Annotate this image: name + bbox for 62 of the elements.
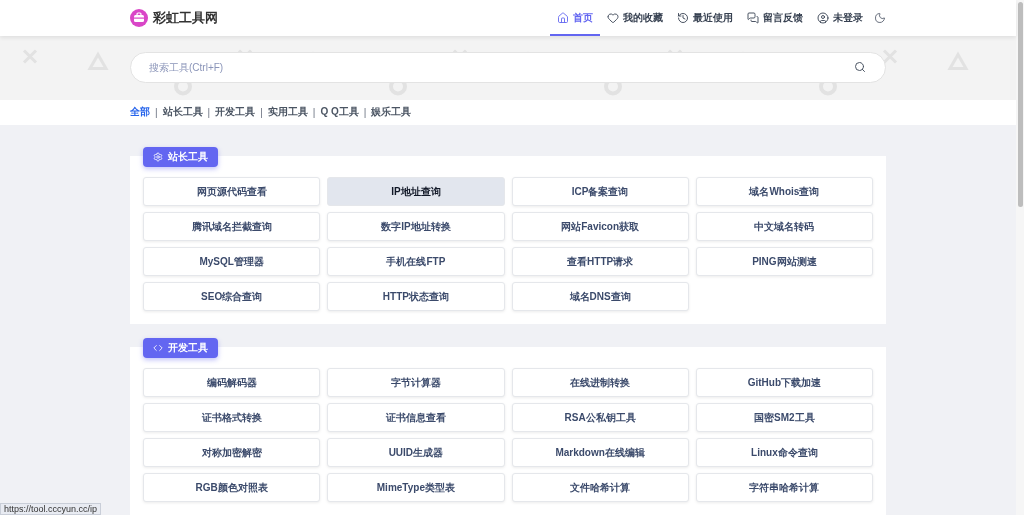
- site-title: 彩虹工具网: [153, 9, 218, 27]
- tool-button[interactable]: 字节计算器: [327, 368, 505, 397]
- tool-button[interactable]: 对称加密解密: [143, 438, 321, 467]
- code-icon: [153, 343, 163, 353]
- tool-button[interactable]: 查看HTTP请求: [511, 247, 689, 276]
- separator: |: [363, 106, 367, 118]
- tool-button[interactable]: MySQL管理器: [143, 247, 321, 276]
- category-link[interactable]: 开发工具: [215, 105, 256, 120]
- separator: |: [207, 106, 211, 118]
- separator: |: [312, 106, 316, 118]
- tool-button[interactable]: 手机在线FTP: [327, 247, 505, 276]
- tool-button[interactable]: IP地址查询: [327, 177, 505, 206]
- separator: |: [155, 106, 158, 118]
- tool-button[interactable]: 数字IP地址转换: [327, 212, 505, 241]
- tool-button[interactable]: SEO综合查询: [143, 282, 321, 311]
- history-icon: [677, 12, 689, 24]
- category-link[interactable]: Q Q工具: [320, 105, 359, 120]
- tool-button[interactable]: UUID生成器: [327, 438, 505, 467]
- tool-button[interactable]: 证书信息查看: [327, 403, 505, 432]
- tool-button[interactable]: 域名Whois查询: [695, 177, 873, 206]
- tool-button[interactable]: 编码解码器: [143, 368, 321, 397]
- tool-button[interactable]: GitHub下载加速: [695, 368, 873, 397]
- moon-icon[interactable]: [874, 12, 886, 24]
- tool-button[interactable]: 腾讯域名拦截查询: [143, 212, 321, 241]
- tool-button[interactable]: 网页源代码查看: [143, 177, 321, 206]
- nav-link[interactable]: 留言反馈: [740, 0, 810, 36]
- search-field[interactable]: 搜索工具(Ctrl+F): [130, 52, 886, 84]
- logo-icon: [130, 9, 148, 27]
- scrollbar[interactable]: [1016, 0, 1024, 515]
- tool-button[interactable]: 在线进制转换: [511, 368, 689, 397]
- tool-button[interactable]: 域名DNS查询: [511, 282, 689, 311]
- section-title: 开发工具: [168, 341, 208, 355]
- section-title: 站长工具: [168, 150, 208, 164]
- nav-link[interactable]: 最近使用: [670, 0, 740, 36]
- category-link[interactable]: 全部: [130, 105, 150, 120]
- heart-icon: [607, 12, 619, 24]
- tool-button[interactable]: 网站Favicon获取: [511, 212, 689, 241]
- tool-button[interactable]: 证书格式转换: [143, 403, 321, 432]
- tool-button[interactable]: 文件哈希计算: [511, 473, 689, 502]
- tool-button[interactable]: ICP备案查询: [511, 177, 689, 206]
- tool-button[interactable]: 中文域名转码: [695, 212, 873, 241]
- search-icon[interactable]: [854, 61, 866, 74]
- category-link[interactable]: 站长工具: [162, 105, 203, 120]
- nav-link[interactable]: 我的收藏: [600, 0, 670, 36]
- category-link[interactable]: 娱乐工具: [371, 105, 412, 120]
- tool-button[interactable]: 字符串哈希计算: [695, 473, 873, 502]
- tool-button[interactable]: RGB颜色对照表: [143, 473, 321, 502]
- tool-button[interactable]: 国密SM2工具: [695, 403, 873, 432]
- chat-bubbles-icon: [747, 12, 759, 24]
- status-url: https://tool.cccyun.cc/ip: [0, 503, 102, 515]
- tool-button[interactable]: Markdown在线编辑: [511, 438, 689, 467]
- home-icon: [557, 12, 569, 24]
- tool-button[interactable]: Linux命令查询: [695, 438, 873, 467]
- tool-button[interactable]: HTTP状态查询: [327, 282, 505, 311]
- tool-button[interactable]: MimeType类型表: [327, 473, 505, 502]
- category-link[interactable]: 实用工具: [267, 105, 308, 120]
- user-icon: [817, 12, 829, 24]
- separator: |: [260, 106, 263, 118]
- tool-button[interactable]: RSA公私钥工具: [511, 403, 689, 432]
- nav-link[interactable]: 未登录: [810, 0, 870, 36]
- settings-icon: [153, 152, 163, 162]
- tool-button[interactable]: PING网站测速: [695, 247, 873, 276]
